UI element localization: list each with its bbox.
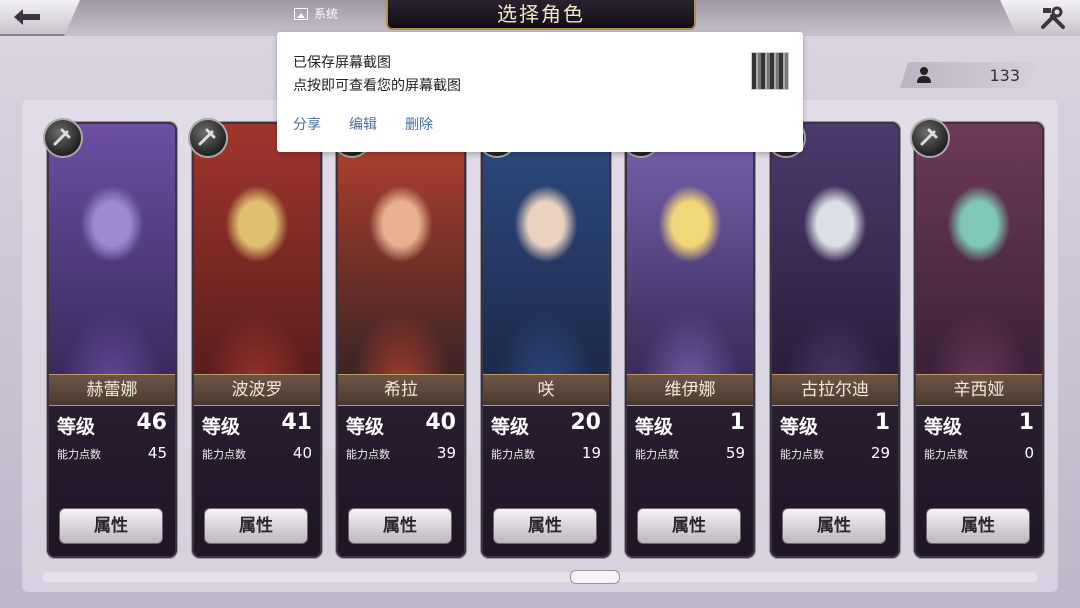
attributes-button[interactable]: 属性 [493, 508, 597, 544]
character-card[interactable]: 维伊娜等级 1 能力点数 59 属性 [625, 122, 755, 558]
back-arrow-icon [14, 9, 40, 25]
character-portrait [627, 124, 753, 374]
character-card[interactable]: 赫蕾娜等级 46 能力点数 45 属性 [47, 122, 177, 558]
level-value: 20 [570, 410, 601, 435]
ability-points-value: 40 [292, 444, 312, 462]
character-name: 咲 [483, 374, 609, 406]
ability-points-label: 能力点数 [780, 448, 824, 461]
ability-points-label: 能力点数 [346, 448, 390, 461]
ability-points-value: 45 [147, 444, 167, 462]
page-title: 选择角色 [386, 0, 696, 30]
character-name: 波波罗 [194, 374, 320, 406]
attributes-button[interactable]: 属性 [59, 508, 163, 544]
notification-actions: 分享 编辑 删除 [293, 114, 433, 134]
attributes-button[interactable]: 属性 [204, 508, 308, 544]
character-portrait [483, 124, 609, 374]
level-label: 等级 [780, 416, 819, 438]
ability-points-value: 59 [725, 444, 745, 462]
ability-points-label: 能力点数 [57, 448, 101, 461]
edit-button[interactable]: 编辑 [349, 114, 377, 134]
character-name: 赫蕾娜 [49, 374, 175, 406]
delete-button[interactable]: 删除 [405, 114, 433, 134]
horizontal-scrollbar-track [42, 572, 1038, 582]
attributes-button[interactable]: 属性 [348, 508, 452, 544]
character-card[interactable]: 辛西娅等级 1 能力点数 0 属性 [914, 122, 1044, 558]
ability-points-value: 0 [1024, 444, 1034, 462]
level-value: 40 [425, 410, 456, 435]
notification-title: 已保存屏幕截图 [293, 55, 391, 71]
class-badge-icon [910, 118, 950, 158]
character-card[interactable]: 希拉等级 40 能力点数 39 属性 [336, 122, 466, 558]
character-name: 维伊娜 [627, 374, 753, 406]
ability-points-value: 29 [870, 444, 890, 462]
class-badge-icon [43, 118, 83, 158]
level-label: 等级 [346, 416, 385, 438]
character-portrait [772, 124, 898, 374]
character-portrait [338, 124, 464, 374]
level-value: 1 [729, 410, 745, 435]
screenshot-saved-notification[interactable]: 已保存屏幕截图 点按即可查看您的屏幕截图 分享 编辑 删除 [277, 32, 803, 152]
character-card[interactable]: 波波罗等级 41 能力点数 40 属性 [192, 122, 322, 558]
person-icon [917, 67, 931, 83]
level-value: 1 [1018, 410, 1034, 435]
character-card[interactable]: 咲等级 20 能力点数 19 属性 [481, 122, 611, 558]
image-icon [294, 7, 308, 20]
character-counter: 133 [900, 62, 1036, 88]
system-label-text: 系统 [314, 7, 339, 21]
level-label: 等级 [635, 416, 674, 438]
ability-points-label: 能力点数 [491, 448, 535, 461]
attributes-button[interactable]: 属性 [926, 508, 1030, 544]
screenshot-thumbnail[interactable] [751, 52, 789, 90]
ability-points-value: 19 [581, 444, 601, 462]
class-badge-icon [188, 118, 228, 158]
character-name: 希拉 [338, 374, 464, 406]
level-value: 46 [136, 410, 167, 435]
level-label: 等级 [57, 416, 96, 438]
level-value: 1 [874, 410, 890, 435]
level-label: 等级 [924, 416, 963, 438]
ability-points-label: 能力点数 [202, 448, 246, 461]
character-card[interactable]: 古拉尔迪等级 1 能力点数 29 属性 [770, 122, 900, 558]
wrench-hammer-icon [1041, 6, 1065, 29]
character-portrait [916, 124, 1042, 374]
level-value: 41 [281, 410, 312, 435]
ability-points-label: 能力点数 [635, 448, 679, 461]
attributes-button[interactable]: 属性 [782, 508, 886, 544]
ability-points-value: 39 [436, 444, 456, 462]
level-label: 等级 [202, 416, 241, 438]
character-name: 辛西娅 [916, 374, 1042, 406]
ability-points-label: 能力点数 [924, 448, 968, 461]
character-portrait [49, 124, 175, 374]
attributes-button[interactable]: 属性 [637, 508, 741, 544]
character-name: 古拉尔迪 [772, 374, 898, 406]
share-button[interactable]: 分享 [293, 114, 321, 134]
level-label: 等级 [491, 416, 530, 438]
notification-message: 点按即可查看您的屏幕截图 [293, 78, 461, 94]
counter-value: 133 [989, 66, 1020, 85]
system-notification-label: 系统 [294, 5, 338, 22]
horizontal-scrollbar-thumb[interactable] [570, 570, 620, 584]
character-portrait [194, 124, 320, 374]
